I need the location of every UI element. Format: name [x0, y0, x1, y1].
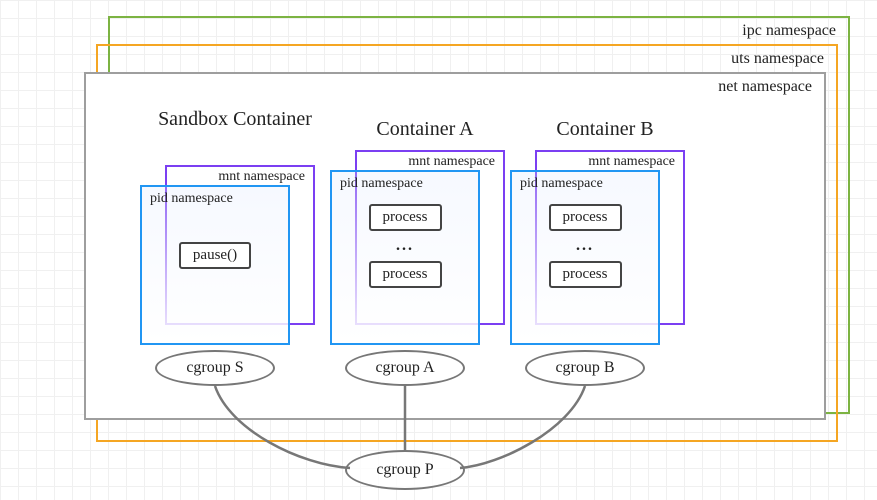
- sandbox-pid-label: pid namespace: [150, 191, 233, 207]
- cgroup-b-ellipse: cgroup B: [525, 350, 645, 386]
- uts-namespace-label: uts namespace: [731, 50, 824, 68]
- cgroup-s-ellipse: cgroup S: [155, 350, 275, 386]
- net-namespace-label: net namespace: [718, 78, 812, 96]
- container-a-dots: ...: [396, 237, 414, 255]
- cgroup-a-label: cgroup A: [375, 359, 434, 377]
- pause-process: pause(): [179, 242, 251, 269]
- container-a-process-bottom: process: [369, 261, 442, 288]
- sandbox-title: Sandbox Container: [150, 108, 320, 131]
- sandbox-pid-box: pid namespace pause(): [140, 185, 290, 345]
- sandbox-mnt-label: mnt namespace: [218, 169, 305, 185]
- cgroup-b-label: cgroup B: [555, 359, 614, 377]
- cgroup-a-ellipse: cgroup A: [345, 350, 465, 386]
- container-a-title: Container A: [340, 118, 510, 141]
- cgroup-p-ellipse: cgroup P: [345, 450, 465, 490]
- container-a-mnt-label: mnt namespace: [408, 154, 495, 170]
- container-b-dots: ...: [576, 237, 594, 255]
- container-b-pid-label: pid namespace: [520, 176, 603, 192]
- container-b-mnt-label: mnt namespace: [588, 154, 675, 170]
- container-a-pid-box: pid namespace process ... process: [330, 170, 480, 345]
- container-b-process-bottom: process: [549, 261, 622, 288]
- container-a-process-top: process: [369, 204, 442, 231]
- cgroup-p-label: cgroup P: [376, 461, 433, 479]
- container-b-pid-box: pid namespace process ... process: [510, 170, 660, 345]
- ipc-namespace-label: ipc namespace: [742, 22, 836, 40]
- container-b-title: Container B: [520, 118, 690, 141]
- container-b-process-top: process: [549, 204, 622, 231]
- cgroup-s-label: cgroup S: [186, 359, 243, 377]
- container-a-pid-label: pid namespace: [340, 176, 423, 192]
